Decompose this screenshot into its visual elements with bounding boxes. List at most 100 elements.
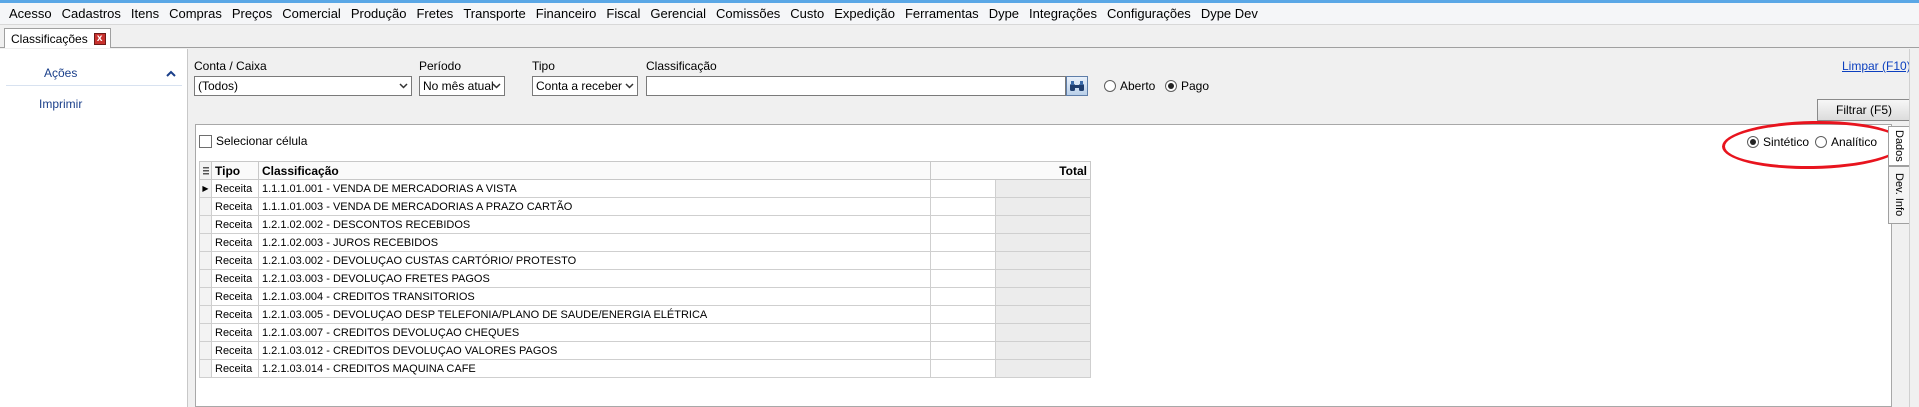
cell-tipo[interactable]: Receita: [211, 323, 259, 342]
cell-total-extra[interactable]: [995, 287, 1091, 306]
column-header-tipo[interactable]: Tipo: [211, 161, 259, 180]
cell-classificacao[interactable]: 1.2.1.03.002 - DEVOLUÇAO CUSTAS CARTÓRIO…: [258, 251, 931, 270]
menu-item-financeiro[interactable]: Financeiro: [531, 6, 602, 21]
window-scrollbar[interactable]: [1909, 49, 1919, 407]
tab-classificacoes[interactable]: Classificações x: [4, 28, 111, 48]
cell-classificacao[interactable]: 1.2.1.03.012 - CREDITOS DEVOLUÇAO VALORE…: [258, 341, 931, 360]
table-row[interactable]: Receita 1.2.1.03.012 - CREDITOS DEVOLUÇAO…: [199, 341, 1091, 360]
cell-total-extra[interactable]: [995, 269, 1091, 288]
menu-item-producao[interactable]: Produção: [346, 6, 412, 21]
status-aberto-option[interactable]: Aberto: [1104, 79, 1155, 93]
binoculars-search-icon[interactable]: [1066, 76, 1088, 96]
table-row[interactable]: Receita 1.2.1.03.004 - CREDITOS TRANSITOR…: [199, 287, 1091, 306]
cell-classificacao[interactable]: 1.2.1.03.003 - DEVOLUÇAO FRETES PAGOS: [258, 269, 931, 288]
side-tab-dev-info[interactable]: Dev. Info: [1888, 166, 1910, 224]
cell-total[interactable]: [930, 197, 996, 216]
filter-button[interactable]: Filtrar (F5): [1817, 99, 1911, 121]
radio-pago[interactable]: [1165, 80, 1177, 92]
menu-item-comissoes[interactable]: Comissões: [711, 6, 785, 21]
menu-item-acesso[interactable]: Acesso: [4, 6, 57, 21]
row-indicator[interactable]: [199, 341, 212, 360]
actions-header[interactable]: Ações: [6, 63, 182, 83]
status-pago-option[interactable]: Pago: [1165, 79, 1209, 93]
cell-total-extra[interactable]: [995, 215, 1091, 234]
cell-tipo[interactable]: Receita: [211, 197, 259, 216]
radio-aberto[interactable]: [1104, 80, 1116, 92]
table-row[interactable]: Receita 1.2.1.02.002 - DESCONTOS RECEBIDO…: [199, 215, 1091, 234]
cell-classificacao[interactable]: 1.2.1.02.003 - JUROS RECEBIDOS: [258, 233, 931, 252]
cell-tipo[interactable]: Receita: [211, 233, 259, 252]
cell-classificacao[interactable]: 1.2.1.03.005 - DEVOLUÇAO DESP TELEFONIA/…: [258, 305, 931, 324]
cell-total[interactable]: [930, 215, 996, 234]
select-cell-checkbox[interactable]: [199, 134, 212, 148]
table-row[interactable]: Receita 1.2.1.03.014 - CREDITOS MAQUINA C…: [199, 359, 1091, 378]
menu-item-precos[interactable]: Preços: [227, 6, 277, 21]
column-header-total[interactable]: Total: [930, 161, 1091, 180]
cell-total[interactable]: [930, 251, 996, 270]
cell-tipo[interactable]: Receita: [211, 269, 259, 288]
column-header-classificacao[interactable]: Classificação: [258, 161, 931, 180]
row-indicator[interactable]: [199, 197, 212, 216]
cell-total[interactable]: [930, 179, 996, 198]
cell-total[interactable]: [930, 341, 996, 360]
table-row[interactable]: Receita 1.1.1.01.003 - VENDA DE MERCADORI…: [199, 197, 1091, 216]
row-indicator[interactable]: [199, 305, 212, 324]
cell-tipo[interactable]: Receita: [211, 341, 259, 360]
cell-total[interactable]: [930, 305, 996, 324]
menu-item-fretes[interactable]: Fretes: [411, 6, 458, 21]
conta-select[interactable]: (Todos): [194, 76, 412, 96]
cell-total-extra[interactable]: [995, 323, 1091, 342]
cell-total[interactable]: [930, 359, 996, 378]
row-indicator[interactable]: [199, 359, 212, 378]
menu-item-fiscal[interactable]: Fiscal: [601, 6, 645, 21]
row-indicator[interactable]: [199, 323, 212, 342]
cell-tipo[interactable]: Receita: [211, 179, 259, 198]
cell-total-extra[interactable]: [995, 251, 1091, 270]
row-indicator[interactable]: [199, 251, 212, 270]
menu-item-comercial[interactable]: Comercial: [277, 6, 346, 21]
cell-total-extra[interactable]: [995, 359, 1091, 378]
cell-classificacao[interactable]: 1.2.1.03.004 - CREDITOS TRANSITORIOS: [258, 287, 931, 306]
table-row[interactable]: Receita 1.2.1.03.005 - DEVOLUÇAO DESP TEL…: [199, 305, 1091, 324]
row-indicator[interactable]: [199, 269, 212, 288]
menu-item-dype-dev[interactable]: Dype Dev: [1196, 6, 1263, 21]
classificacao-input[interactable]: [646, 76, 1066, 96]
cell-tipo[interactable]: Receita: [211, 215, 259, 234]
table-row[interactable]: Receita 1.2.1.02.003 - JUROS RECEBIDOS: [199, 233, 1091, 252]
menu-item-compras[interactable]: Compras: [164, 6, 227, 21]
table-row[interactable]: Receita 1.2.1.03.002 - DEVOLUÇAO CUSTAS C…: [199, 251, 1091, 270]
print-action[interactable]: Imprimir: [39, 97, 82, 111]
menu-item-itens[interactable]: Itens: [126, 6, 164, 21]
cell-total-extra[interactable]: [995, 179, 1091, 198]
cell-total[interactable]: [930, 287, 996, 306]
cell-classificacao[interactable]: 1.2.1.03.007 - CREDITOS DEVOLUÇAO CHEQUE…: [258, 323, 931, 342]
grid-options-icon[interactable]: [199, 161, 212, 180]
cell-classificacao[interactable]: 1.1.1.01.001 - VENDA DE MERCADORIAS A VI…: [258, 179, 931, 198]
cell-total-extra[interactable]: [995, 197, 1091, 216]
menu-item-expedicao[interactable]: Expedição: [829, 6, 900, 21]
cell-total[interactable]: [930, 323, 996, 342]
cell-total[interactable]: [930, 233, 996, 252]
cell-tipo[interactable]: Receita: [211, 287, 259, 306]
tipo-select[interactable]: Conta a receber: [532, 76, 638, 96]
select-cell-option[interactable]: Selecionar célula: [199, 134, 307, 148]
menu-item-ferramentas[interactable]: Ferramentas: [900, 6, 984, 21]
menu-item-integracoes[interactable]: Integrações: [1024, 6, 1102, 21]
cell-tipo[interactable]: Receita: [211, 305, 259, 324]
cell-tipo[interactable]: Receita: [211, 251, 259, 270]
cell-total[interactable]: [930, 269, 996, 288]
row-indicator[interactable]: [199, 233, 212, 252]
row-indicator[interactable]: [199, 215, 212, 234]
cell-classificacao[interactable]: 1.2.1.03.014 - CREDITOS MAQUINA CAFE: [258, 359, 931, 378]
menu-item-configuracoes[interactable]: Configurações: [1102, 6, 1196, 21]
side-tab-dados[interactable]: Dados: [1888, 126, 1910, 166]
periodo-select[interactable]: No mês atual: [419, 76, 505, 96]
menu-item-gerencial[interactable]: Gerencial: [645, 6, 711, 21]
close-icon[interactable]: x: [93, 32, 106, 45]
menu-item-cadastros[interactable]: Cadastros: [57, 6, 126, 21]
table-row[interactable]: ▶ Receita 1.1.1.01.001 - VENDA DE MERCADOR…: [199, 179, 1091, 198]
current-row-indicator-icon[interactable]: ▶: [199, 179, 212, 198]
chevron-up-icon[interactable]: [164, 66, 178, 80]
cell-tipo[interactable]: Receita: [211, 359, 259, 378]
table-row[interactable]: Receita 1.2.1.03.003 - DEVOLUÇAO FRETES P…: [199, 269, 1091, 288]
